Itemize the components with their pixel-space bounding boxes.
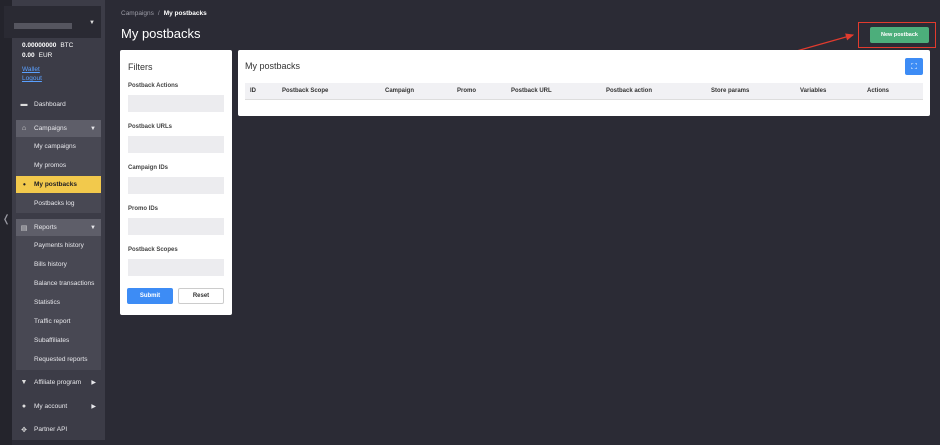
column-header-campaign[interactable]: Campaign [385, 88, 414, 94]
filters-panel: Filters Postback Actions Postback URLs C… [120, 50, 232, 315]
column-header-promo[interactable]: Promo [457, 88, 476, 94]
column-header-postback-action[interactable]: Postback action [606, 88, 652, 94]
fullscreen-icon[interactable]: ⛶ [905, 58, 923, 75]
reset-button[interactable]: Reset [178, 288, 224, 304]
campaign-ids-input[interactable] [128, 177, 224, 194]
filter-label-promo-ids: Promo IDs [128, 206, 159, 212]
filters-title: Filters [128, 62, 153, 72]
filter-label-postback-scopes: Postback Scopes [128, 247, 178, 253]
table-title: My postbacks [245, 61, 301, 71]
column-header-postback-scope[interactable]: Postback Scope [282, 88, 328, 94]
column-header-variables[interactable]: Variables [800, 88, 826, 94]
table-header-row: ID Postback Scope Campaign Promo Postbac… [245, 83, 923, 100]
postbacks-table-panel: My postbacks ⛶ ID Postback Scope Campaig… [238, 50, 930, 116]
column-header-store-params[interactable]: Store params [711, 88, 749, 94]
column-header-postback-url[interactable]: Postback URL [511, 88, 552, 94]
filter-label-postback-urls: Postback URLs [128, 124, 173, 130]
column-header-id[interactable]: ID [250, 88, 256, 94]
submit-button[interactable]: Submit [127, 288, 173, 304]
column-header-actions[interactable]: Actions [867, 88, 889, 94]
postback-scopes-input[interactable] [128, 259, 224, 276]
filter-label-postback-actions: Postback Actions [128, 83, 179, 89]
promo-ids-input[interactable] [128, 218, 224, 235]
postback-urls-input[interactable] [128, 136, 224, 153]
filter-label-campaign-ids: Campaign IDs [128, 165, 169, 171]
postback-actions-input[interactable] [128, 95, 224, 112]
